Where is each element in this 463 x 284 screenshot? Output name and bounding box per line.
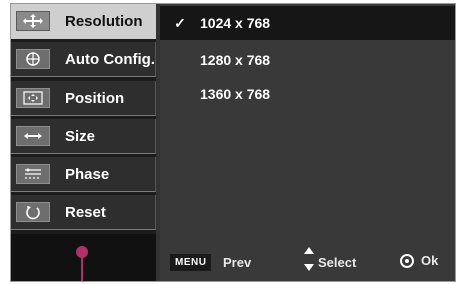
reset-icon (16, 202, 50, 222)
resolution-option-1360x768[interactable]: 1360 x 768 (160, 77, 455, 111)
prev-hint[interactable]: Prev (223, 255, 251, 270)
move-arrows-icon (16, 11, 50, 31)
osd-frame: Resolution Auto Config. Position Size Ph… (10, 3, 456, 282)
ok-button-icon (400, 254, 414, 268)
sidebar-item-label: Reset (65, 203, 106, 221)
menu-key-badge[interactable]: MENU (170, 254, 212, 271)
select-hint[interactable]: Select (318, 255, 356, 270)
sidebar-item-position[interactable]: Position (11, 81, 156, 116)
sidebar-item-reset[interactable]: Reset (11, 195, 156, 230)
resolution-panel: ✓ 1024 x 768 1280 x 768 1360 x 768 MENU … (160, 4, 455, 281)
sidebar-item-label: Phase (65, 165, 110, 183)
sidebar-item-size[interactable]: Size (11, 119, 156, 154)
ok-hint[interactable]: Ok (421, 253, 438, 268)
sidebar-item-label: Size (65, 127, 96, 145)
auto-config-icon (16, 49, 50, 69)
size-arrows-icon (16, 126, 50, 146)
position-icon (16, 88, 50, 108)
sidebar-item-auto-config[interactable]: Auto Config. (11, 42, 156, 77)
up-down-arrows-icon (304, 247, 314, 271)
sidebar-item-label: Auto Config. (65, 50, 155, 68)
sidebar: Resolution Auto Config. Position Size Ph… (11, 4, 156, 281)
sidebar-item-label: Resolution (65, 12, 143, 30)
pointer-dot (76, 246, 88, 258)
phase-icon (16, 164, 50, 184)
resolution-option-1024x768[interactable]: ✓ 1024 x 768 (160, 6, 455, 40)
option-label: 1360 x 768 (200, 86, 271, 102)
option-label: 1280 x 768 (200, 52, 271, 68)
sidebar-item-resolution[interactable]: Resolution (11, 4, 156, 39)
navigation-bar: MENU Prev Select Ok (160, 234, 455, 281)
option-label: 1024 x 768 (200, 15, 271, 31)
check-mark-icon: ✓ (174, 14, 186, 31)
sidebar-footer (11, 234, 156, 281)
sidebar-item-phase[interactable]: Phase (11, 157, 156, 192)
sidebar-item-label: Position (65, 89, 125, 107)
resolution-option-1280x768[interactable]: 1280 x 768 (160, 43, 455, 77)
